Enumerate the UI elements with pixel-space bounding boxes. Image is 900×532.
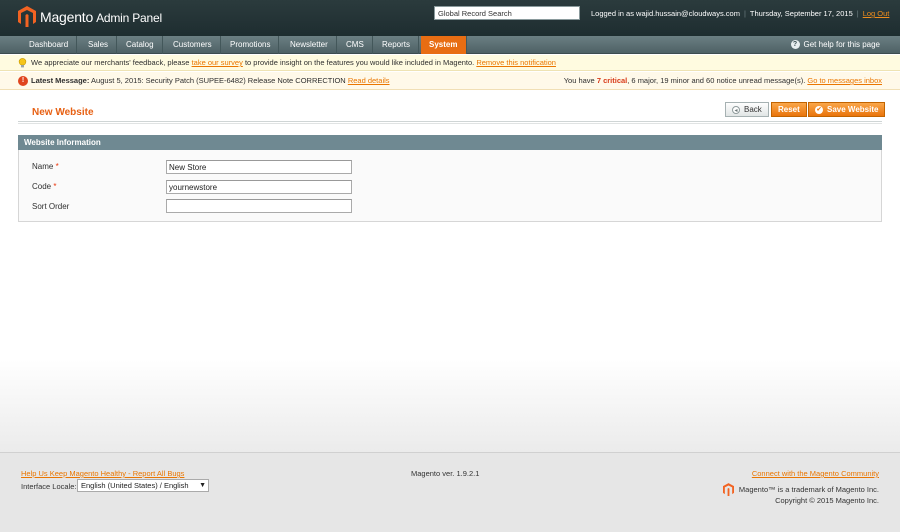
logged-in-text: Logged in as wajid.hussain@cloudways.com	[591, 9, 740, 18]
required-mark: *	[53, 182, 57, 191]
back-button-label: Back	[744, 105, 762, 114]
save-website-button[interactable]: ✔ Save Website	[808, 102, 886, 117]
header-user-info: Logged in as wajid.hussain@cloudways.com…	[591, 9, 890, 18]
nav-customers[interactable]: Customers	[165, 36, 221, 54]
back-button[interactable]: ◂ Back	[725, 102, 769, 117]
page-background-fade	[0, 360, 900, 452]
magento-small-logo-icon	[722, 483, 734, 496]
sort-order-label: Sort Order	[32, 202, 70, 211]
nav-system[interactable]: System	[421, 36, 467, 54]
admin-header: MagentoAdmin Panel Logged in as wajid.hu…	[0, 0, 900, 36]
critical-count: 7 critical	[596, 76, 628, 85]
help-link-text: Get help for this page	[803, 40, 881, 49]
read-details-link[interactable]: Read details	[348, 76, 390, 85]
reset-button[interactable]: Reset	[771, 102, 807, 117]
name-label: Name *	[32, 162, 59, 171]
survey-notice: We appreciate our merchants' feedback, p…	[0, 55, 900, 71]
name-field[interactable]	[166, 160, 352, 174]
page-title: New Website	[32, 107, 94, 118]
survey-text-after: to provide insight on the features you w…	[244, 58, 475, 67]
interface-locale-select[interactable]: English (United States) / English ▼	[77, 479, 209, 492]
copyright-text: Copyright © 2015 Magento Inc.	[775, 496, 879, 505]
locale-selected-value: English (United States) / English	[81, 481, 189, 490]
nav-catalog[interactable]: Catalog	[118, 36, 163, 54]
dropdown-arrow-icon: ▼	[199, 482, 206, 489]
magento-logo-icon	[18, 6, 36, 27]
nav-reports[interactable]: Reports	[374, 36, 420, 54]
main-nav: Dashboard Sales Catalog Customers Promot…	[0, 36, 900, 54]
nav-cms[interactable]: CMS	[338, 36, 373, 54]
logo-brand: Magento	[40, 8, 94, 25]
title-divider	[18, 121, 882, 124]
back-arrow-icon: ◂	[732, 105, 740, 114]
latest-message-bar: ! Latest Message: August 5, 2015: Securi…	[0, 72, 900, 90]
code-label: Code *	[32, 182, 57, 191]
help-icon: ?	[790, 40, 800, 49]
nav-sales[interactable]: Sales	[80, 36, 118, 54]
trademark-text: Magento™ is a trademark of Magento Inc.	[738, 485, 879, 494]
magento-logo[interactable]: Magento Admin Panel	[18, 6, 162, 27]
community-link[interactable]: Connect with the Magento Community	[752, 469, 879, 478]
latest-message-text: August 5, 2015: Security Patch (SUPEE-64…	[91, 76, 346, 85]
website-information-fieldset	[18, 150, 882, 222]
code-field[interactable]	[166, 180, 352, 194]
report-bugs-link[interactable]: Help Us Keep Magento Healthy - Report Al…	[21, 469, 184, 478]
lightbulb-icon	[18, 58, 27, 68]
nav-newsletter[interactable]: Newsletter	[282, 36, 337, 54]
nav-promotions[interactable]: Promotions	[222, 36, 280, 54]
required-mark: *	[55, 162, 59, 171]
logo-suffix: Admin Panel	[96, 10, 162, 25]
message-counts: , 6 major, 19 minor and 60 notice unread…	[627, 76, 806, 85]
logout-link[interactable]: Log Out	[863, 9, 890, 18]
section-header: Website Information	[18, 135, 882, 150]
header-date: Thursday, September 17, 2015	[749, 9, 853, 18]
sort-order-field[interactable]	[166, 199, 352, 213]
magento-version: Magento ver. 1.9.2.1	[411, 469, 480, 478]
global-record-search-input[interactable]	[434, 6, 580, 20]
survey-text-before: We appreciate our merchants' feedback, p…	[31, 58, 190, 67]
latest-message-label: Latest Message:	[31, 76, 90, 85]
save-website-label: Save Website	[827, 105, 879, 114]
message-summary: You have 7 critical, 6 major, 19 minor a…	[563, 76, 882, 85]
take-survey-link[interactable]: take our survey	[192, 58, 243, 67]
messages-inbox-link[interactable]: Go to messages inbox	[807, 76, 882, 85]
checkmark-icon: ✔	[815, 105, 823, 114]
help-link[interactable]: ? Get help for this page	[790, 40, 881, 49]
nav-dashboard[interactable]: Dashboard	[21, 36, 78, 54]
reset-button-label: Reset	[778, 105, 800, 114]
trademark-line: Magento™ is a trademark of Magento Inc.	[722, 483, 879, 496]
alert-icon: !	[18, 76, 28, 86]
remove-notification-link[interactable]: Remove this notification	[476, 58, 556, 67]
interface-locale-label: Interface Locale:	[21, 482, 77, 491]
